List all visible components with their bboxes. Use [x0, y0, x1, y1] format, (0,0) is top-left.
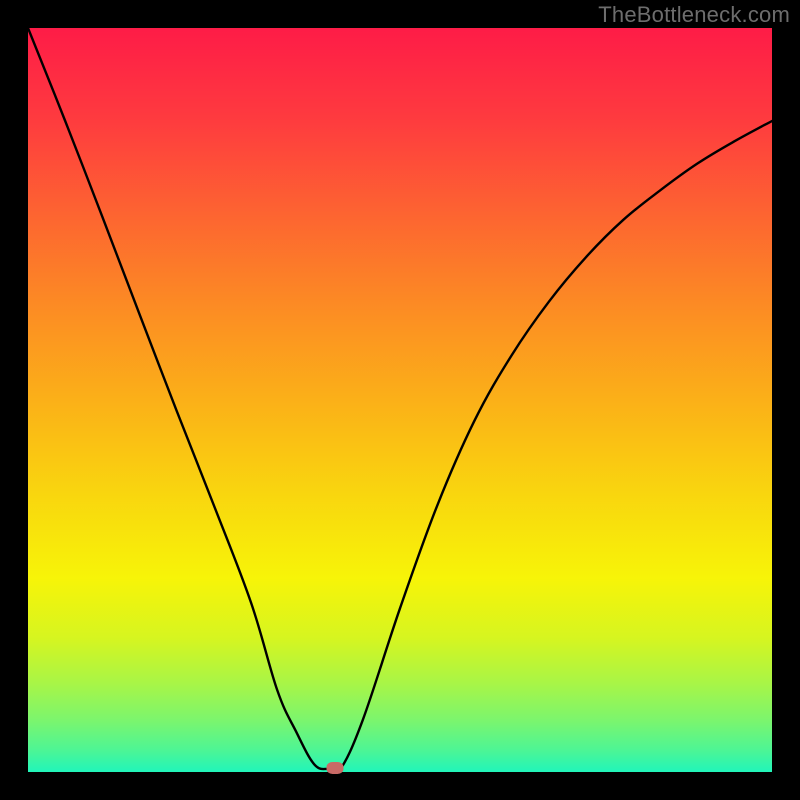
chart-frame: TheBottleneck.com — [0, 0, 800, 800]
plot-area — [28, 28, 772, 772]
watermark-label: TheBottleneck.com — [598, 2, 790, 28]
current-point-marker — [326, 762, 343, 774]
bottleneck-curve — [28, 28, 772, 772]
